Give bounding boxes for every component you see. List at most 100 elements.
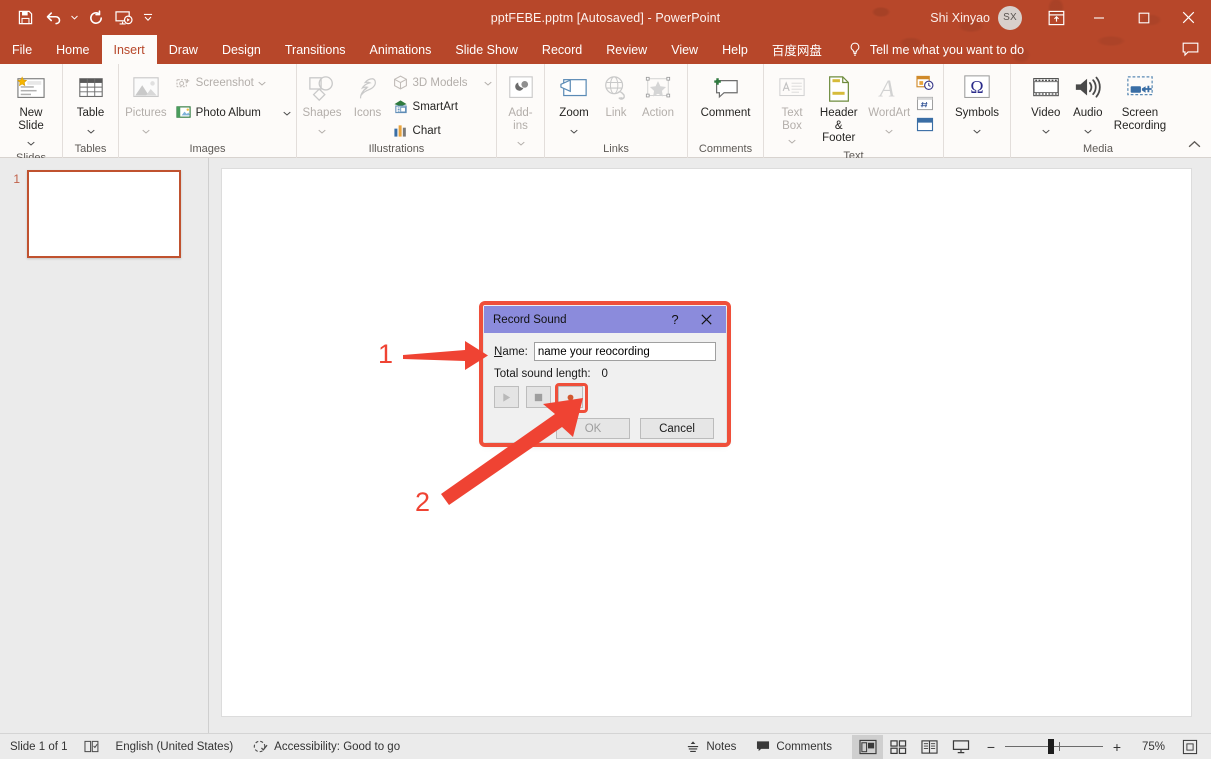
zoom-level[interactable]: 75% xyxy=(1131,741,1165,753)
collapse-ribbon-button[interactable] xyxy=(1183,134,1205,154)
pane-splitter[interactable] xyxy=(209,158,219,733)
customize-qat-icon[interactable] xyxy=(139,5,157,31)
tell-me-placeholder: Tell me what you want to do xyxy=(869,42,1025,57)
zoom-slider-thumb[interactable] xyxy=(1048,739,1054,754)
chevron-down-icon[interactable] xyxy=(973,121,981,139)
object-icon[interactable] xyxy=(914,115,936,134)
stop-button[interactable] xyxy=(526,386,551,408)
cancel-button[interactable]: Cancel xyxy=(640,418,714,439)
zoom-slider[interactable] xyxy=(1005,737,1103,757)
screenshot-button[interactable]: Screenshot xyxy=(172,72,295,93)
ribbon-display-options-icon[interactable] xyxy=(1036,0,1076,35)
fit-slide-to-window-button[interactable] xyxy=(1177,735,1203,759)
chevron-down-icon[interactable] xyxy=(258,77,266,89)
chevron-down-icon[interactable] xyxy=(1084,121,1092,139)
wordart-button[interactable]: A WordArt xyxy=(865,69,915,139)
language-indicator[interactable]: English (United States) xyxy=(106,734,244,759)
tab-baidu-netdisk[interactable]: 百度网盘 xyxy=(760,35,834,64)
icons-button[interactable]: Icons xyxy=(347,69,389,120)
close-icon[interactable] xyxy=(690,306,722,333)
tab-insert[interactable]: Insert xyxy=(101,35,157,64)
video-button[interactable]: Video xyxy=(1025,69,1067,139)
link-button[interactable]: Link xyxy=(595,69,637,120)
tab-home[interactable]: Home xyxy=(44,35,101,64)
chevron-down-icon[interactable] xyxy=(788,131,796,149)
normal-view-button[interactable] xyxy=(852,734,883,759)
ok-button[interactable]: OK xyxy=(556,418,630,439)
new-slide-button[interactable]: New Slide xyxy=(10,69,52,151)
tell-me-search[interactable]: Tell me what you want to do xyxy=(834,35,1024,64)
slide-indicator[interactable]: Slide 1 of 1 xyxy=(0,734,78,759)
chevron-down-icon[interactable] xyxy=(516,133,525,151)
play-button[interactable] xyxy=(494,386,519,408)
tab-animations[interactable]: Animations xyxy=(358,35,444,64)
shapes-button[interactable]: Shapes xyxy=(298,69,347,139)
chart-button[interactable]: Chart xyxy=(389,120,496,141)
slide-editing-area[interactable] xyxy=(219,158,1211,733)
audio-button[interactable]: Audio xyxy=(1067,69,1109,139)
zoom-in-button[interactable]: + xyxy=(1110,737,1124,757)
add-ins-button[interactable]: Add- ins xyxy=(500,69,542,151)
chevron-down-icon[interactable] xyxy=(86,121,95,139)
chevron-down-icon[interactable] xyxy=(142,121,150,139)
accessibility-indicator[interactable]: Accessibility: Good to go xyxy=(243,734,410,759)
reading-view-button[interactable] xyxy=(914,735,945,759)
chevron-down-icon[interactable] xyxy=(27,133,35,151)
dialog-title-bar[interactable]: Record Sound ? xyxy=(484,306,726,333)
undo-dropdown-icon[interactable] xyxy=(68,5,81,31)
symbols-button[interactable]: Ω Symbols xyxy=(950,69,1004,139)
record-button[interactable] xyxy=(555,383,588,413)
help-icon[interactable]: ? xyxy=(664,306,686,333)
notes-button[interactable]: Notes xyxy=(676,734,746,759)
thumbnail-item[interactable]: 1 xyxy=(10,170,181,258)
zoom-out-button[interactable]: − xyxy=(984,737,998,757)
undo-icon[interactable] xyxy=(40,5,66,31)
tab-view[interactable]: View xyxy=(659,35,710,64)
tab-design[interactable]: Design xyxy=(210,35,273,64)
text-box-button[interactable]: Text Box xyxy=(771,69,813,149)
chevron-down-icon[interactable] xyxy=(483,77,492,89)
tab-review[interactable]: Review xyxy=(594,35,659,64)
tab-record[interactable]: Record xyxy=(530,35,594,64)
slide-canvas[interactable] xyxy=(221,168,1192,717)
avatar[interactable]: SX xyxy=(998,5,1022,30)
screen-recording-button[interactable]: Screen Recording xyxy=(1109,69,1171,132)
account-name[interactable]: Shi Xinyao xyxy=(930,11,990,25)
save-icon[interactable] xyxy=(12,5,38,31)
comment-button[interactable]: Comment xyxy=(696,69,756,120)
slide-show-button[interactable] xyxy=(945,735,976,759)
tab-slide-show[interactable]: Slide Show xyxy=(443,35,530,64)
tab-transitions[interactable]: Transitions xyxy=(273,35,358,64)
3d-models-button[interactable]: 3D Models xyxy=(389,72,496,93)
smartart-button[interactable]: SmartArt xyxy=(389,96,496,117)
close-button[interactable] xyxy=(1166,0,1211,35)
chevron-down-icon[interactable] xyxy=(885,121,893,139)
accessibility-icon xyxy=(253,739,268,754)
action-button[interactable]: Action xyxy=(637,69,679,120)
notes-page-icon[interactable] xyxy=(78,734,106,759)
header-footer-button[interactable]: Header & Footer xyxy=(813,69,865,145)
slide-thumbnail-1[interactable] xyxy=(27,170,181,258)
minimize-button[interactable] xyxy=(1076,0,1121,35)
chevron-down-icon[interactable] xyxy=(1042,121,1050,139)
chevron-down-icon[interactable] xyxy=(283,107,291,119)
slide-number-icon[interactable] xyxy=(914,94,936,113)
maximize-button[interactable] xyxy=(1121,0,1166,35)
tab-file[interactable]: File xyxy=(0,35,44,64)
photo-album-button[interactable]: Photo Album xyxy=(172,102,295,123)
wordart-icon: A xyxy=(874,72,904,106)
chevron-down-icon[interactable] xyxy=(318,121,326,139)
table-button[interactable]: Table xyxy=(70,69,112,139)
zoom-button[interactable]: Zoom xyxy=(553,69,595,139)
name-input[interactable] xyxy=(533,342,716,361)
comments-button[interactable]: Comments xyxy=(746,734,842,759)
redo-icon[interactable] xyxy=(83,5,109,31)
tab-help[interactable]: Help xyxy=(710,35,760,64)
chevron-down-icon[interactable] xyxy=(570,121,578,139)
comments-pane-icon[interactable] xyxy=(1177,38,1203,60)
start-presentation-icon[interactable] xyxy=(111,5,137,31)
tab-draw[interactable]: Draw xyxy=(157,35,210,64)
slide-sorter-button[interactable] xyxy=(883,735,914,759)
pictures-button[interactable]: Pictures xyxy=(120,69,172,139)
date-and-time-icon[interactable] xyxy=(914,73,936,92)
